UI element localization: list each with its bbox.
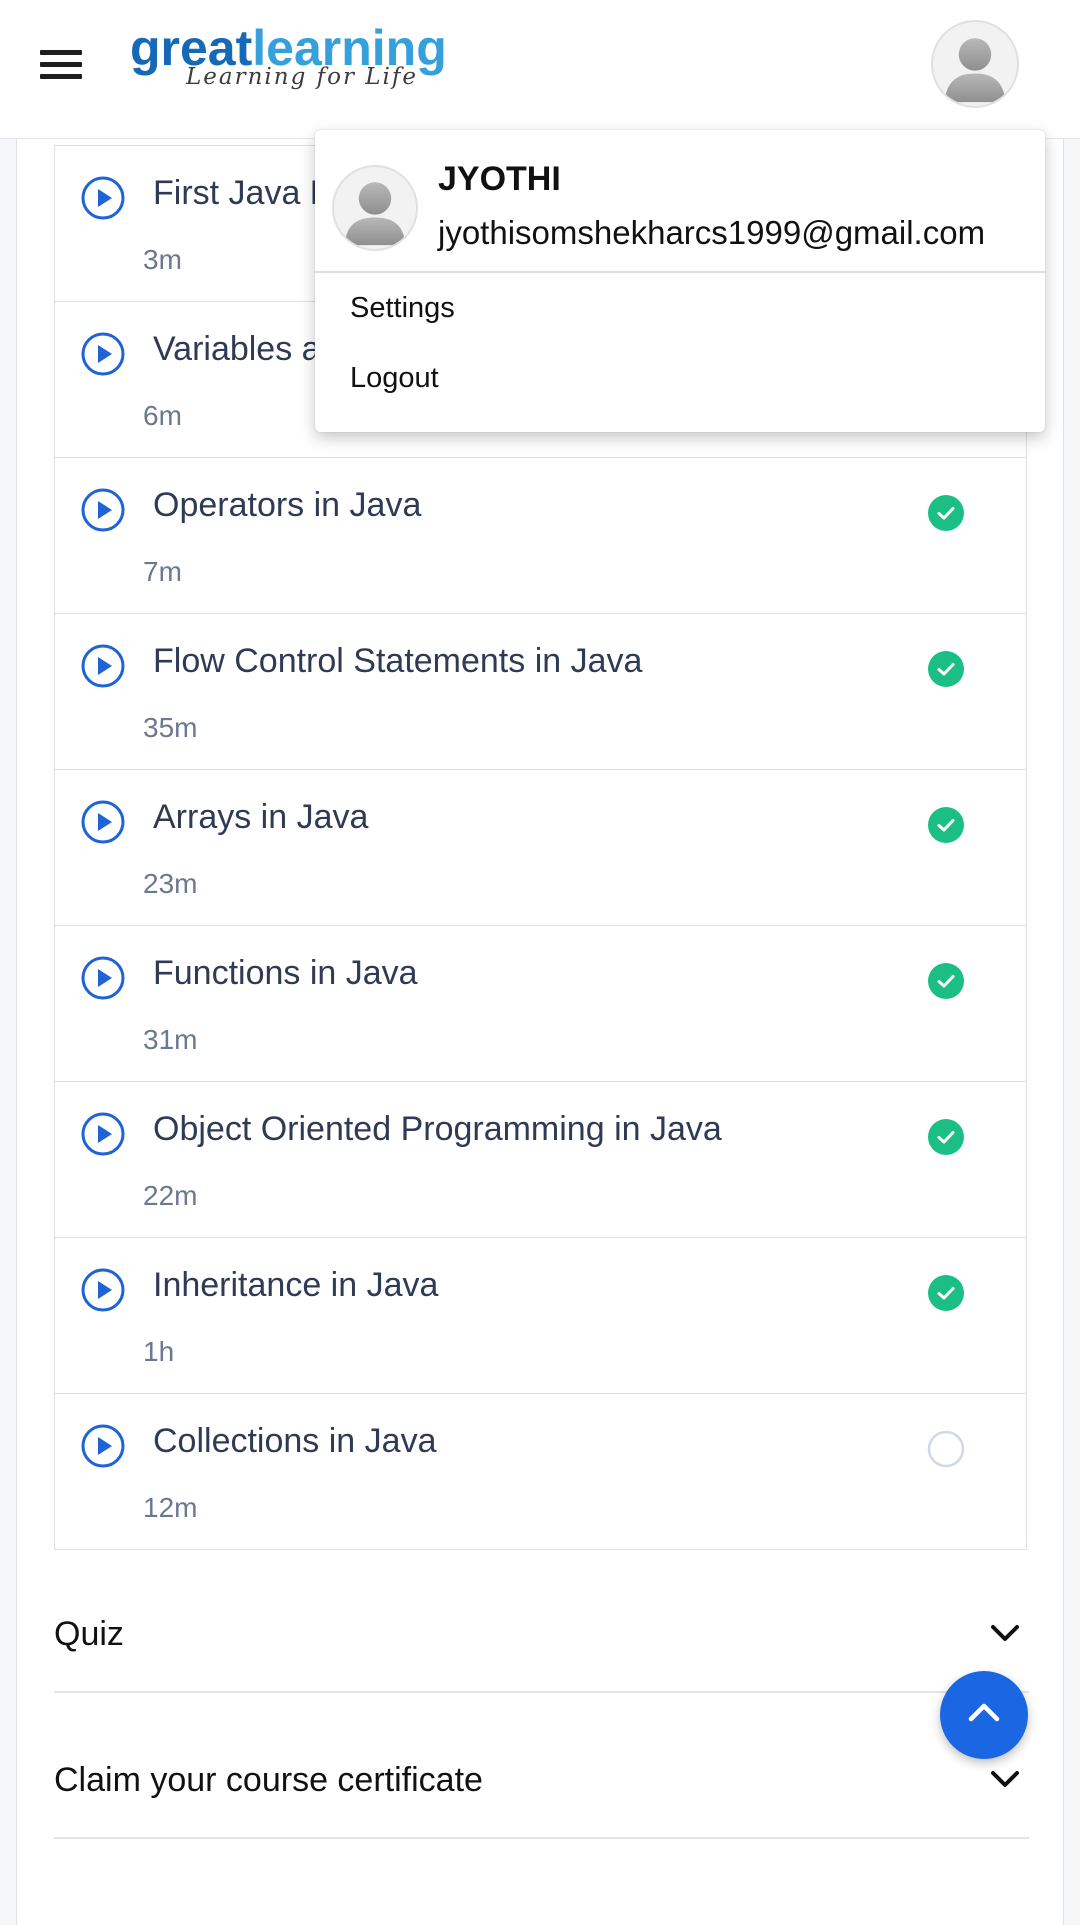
empty-circle-icon <box>927 1430 965 1468</box>
profile-email: jyothisomshekharcs1999@gmail.com <box>438 214 986 251</box>
scroll-to-top-button[interactable] <box>940 1671 1028 1759</box>
play-circle-icon[interactable] <box>81 176 125 220</box>
settings-menu-item[interactable]: Settings <box>350 292 455 325</box>
menu-divider <box>315 271 1045 273</box>
chevron-down-icon <box>991 1625 1019 1641</box>
play-circle-icon[interactable] <box>81 1268 125 1312</box>
play-circle-icon[interactable] <box>81 956 125 1000</box>
profile-avatar-icon <box>332 165 418 251</box>
logout-menu-item[interactable]: Logout <box>350 362 439 395</box>
chevron-down-icon <box>991 1771 1019 1787</box>
lesson-title: Flow Control Statements in Java <box>153 642 643 680</box>
play-circle-icon[interactable] <box>81 332 125 376</box>
quiz-section-label: Quiz <box>54 1615 124 1653</box>
app-header: greatlearning Learning for Life <box>0 0 1080 139</box>
check-circle-icon <box>928 495 964 531</box>
lesson-row[interactable]: Flow Control Statements in Java 35m <box>55 613 1026 769</box>
lesson-title: Functions in Java <box>153 954 418 992</box>
lesson-row[interactable]: Arrays in Java 23m <box>55 769 1026 925</box>
lesson-duration: 22m <box>143 1180 198 1211</box>
lesson-row[interactable]: Operators in Java 7m <box>55 457 1026 613</box>
profile-dropdown-menu: JYOTHI jyothisomshekharcs1999@gmail.com … <box>315 130 1045 432</box>
lesson-duration: 3m <box>143 244 182 275</box>
lesson-row[interactable]: Object Oriented Programming in Java 22m <box>55 1081 1026 1237</box>
play-circle-icon[interactable] <box>81 644 125 688</box>
lesson-row[interactable]: Collections in Java 12m <box>55 1393 1026 1549</box>
lesson-duration: 23m <box>143 868 198 899</box>
lesson-title: Collections in Java <box>153 1422 437 1460</box>
play-circle-icon[interactable] <box>81 800 125 844</box>
play-circle-icon[interactable] <box>81 488 125 532</box>
check-circle-icon <box>928 651 964 687</box>
hamburger-menu-icon[interactable] <box>40 50 82 80</box>
lesson-title: Inheritance in Java <box>153 1266 439 1304</box>
quiz-section-toggle[interactable]: Quiz <box>54 1565 1029 1693</box>
user-avatar-icon[interactable] <box>931 20 1019 108</box>
lesson-title: Object Oriented Programming in Java <box>153 1110 722 1148</box>
lesson-duration: 31m <box>143 1024 198 1055</box>
certificate-section-label: Claim your course certificate <box>54 1761 483 1799</box>
check-circle-icon <box>928 1275 964 1311</box>
check-circle-icon <box>928 807 964 843</box>
check-circle-icon <box>928 1119 964 1155</box>
check-circle-icon <box>928 963 964 999</box>
chevron-up-icon <box>968 1703 1000 1722</box>
lesson-title: Arrays in Java <box>153 798 369 836</box>
lesson-duration: 35m <box>143 712 198 743</box>
play-circle-icon[interactable] <box>81 1424 125 1468</box>
brand-logo[interactable]: greatlearning Learning for Life <box>130 18 470 98</box>
play-circle-icon[interactable] <box>81 1112 125 1156</box>
lesson-row[interactable]: Inheritance in Java 1h <box>55 1237 1026 1393</box>
profile-name: JYOTHI <box>438 160 561 198</box>
brand-tagline: Learning for Life <box>186 64 419 90</box>
lesson-row[interactable]: Functions in Java 31m <box>55 925 1026 1081</box>
lesson-duration: 1h <box>143 1336 175 1367</box>
lesson-title: Operators in Java <box>153 486 422 524</box>
lesson-duration: 7m <box>143 556 182 587</box>
lesson-duration: 6m <box>143 400 182 431</box>
lesson-duration: 12m <box>143 1492 198 1523</box>
certificate-section-toggle[interactable]: Claim your course certificate <box>54 1711 1029 1839</box>
